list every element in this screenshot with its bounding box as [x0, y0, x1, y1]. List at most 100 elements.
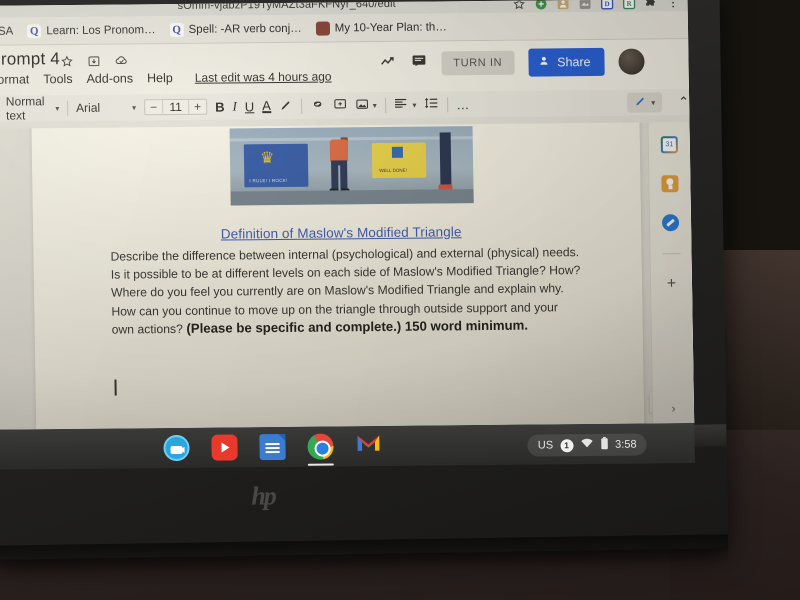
document-heading-link[interactable]: Definition of Maslow's Modified Triangle: [141, 223, 541, 242]
insert-image-dropdown[interactable]: ▾: [355, 97, 377, 114]
document-image[interactable]: ♛ I RULE! I ROCK! WELL DONE!: [229, 126, 474, 206]
person-figure: [326, 131, 353, 199]
chevron-down-icon: ▾: [372, 100, 377, 110]
poster-yellow: WELL DONE!: [371, 142, 427, 179]
editing-mode-pencil-icon: [634, 94, 647, 110]
bookmark-learn-los-pronombres[interactable]: Q Learn: Los Pronom…: [27, 23, 156, 38]
font-family-dropdown[interactable]: Arial ▾: [76, 100, 136, 115]
active-app-indicator: [307, 463, 334, 466]
body-line-2: Is it possible to be at different levels…: [110, 263, 546, 282]
extension-tan-icon[interactable]: [557, 0, 570, 10]
laptop-photo: hp sOmm-vjabzP19TyMAZt3aFKFNyr_640/edit: [0, 0, 800, 600]
font-size-stepper: − 11 +: [143, 98, 208, 116]
font-size-input[interactable]: 11: [162, 99, 190, 115]
hp-logo: hp: [251, 481, 275, 511]
side-panel: + ›: [647, 122, 695, 424]
youtube-icon[interactable]: [211, 434, 238, 461]
more-options-button[interactable]: …: [456, 97, 469, 112]
extension-green-icon[interactable]: [535, 0, 548, 11]
extension-r-icon[interactable]: R: [622, 0, 636, 10]
align-dropdown[interactable]: ▾: [393, 96, 417, 114]
side-panel-divider: [662, 253, 681, 255]
menu-add-ons[interactable]: Add-ons: [86, 71, 133, 85]
google-keep-icon[interactable]: [661, 175, 679, 193]
google-calendar-icon[interactable]: [660, 136, 678, 154]
star-icon[interactable]: [60, 54, 73, 72]
system-tray[interactable]: US 1 3:58: [527, 433, 647, 457]
chevron-down-icon: ▾: [55, 103, 60, 113]
bookmark-label: My 10-Year Plan: th…: [334, 20, 447, 34]
bookmark-spell-ar-verb[interactable]: Q Spell: -AR verb conj…: [169, 21, 302, 37]
share-button[interactable]: Share: [527, 47, 605, 77]
decrease-font-size-button[interactable]: −: [145, 100, 162, 114]
bold-button[interactable]: B: [215, 99, 225, 114]
battery-icon: [600, 436, 608, 453]
underline-button[interactable]: U: [245, 99, 255, 114]
comment-icon[interactable]: [410, 53, 427, 75]
toolbar-divider: [447, 96, 449, 112]
menu-tools[interactable]: Tools: [43, 72, 72, 86]
body-bold-requirement: (Please be specific and complete.) 150 w…: [182, 317, 529, 336]
body-line-1: Describe the difference between internal…: [110, 245, 580, 264]
toolbar-divider: [384, 97, 386, 113]
chevron-down-icon: ▾: [132, 102, 137, 112]
wifi-icon: [580, 438, 593, 452]
document-title[interactable]: Prompt 4: [0, 49, 60, 70]
insert-image-icon: [355, 97, 369, 114]
svg-text:D: D: [605, 0, 610, 8]
bookmark-qsa[interactable]: QSA: [0, 25, 13, 37]
google-meet-icon[interactable]: [163, 434, 190, 462]
text-color-button[interactable]: A: [262, 98, 272, 113]
add-comment-icon[interactable]: [333, 97, 347, 114]
move-to-folder-icon[interactable]: [87, 54, 100, 72]
toolbar-divider: [67, 100, 69, 116]
cloud-saved-icon[interactable]: [114, 53, 128, 72]
document-body-text[interactable]: Describe the difference between internal…: [110, 243, 581, 339]
paragraph-style-dropdown[interactable]: Normal text ▾: [6, 94, 60, 122]
document-canvas: ♛ I RULE! I ROCK! WELL DONE! Definition …: [0, 122, 695, 430]
gmail-icon[interactable]: [355, 433, 381, 459]
highlight-pen-icon[interactable]: [279, 97, 293, 114]
person-add-icon: [538, 54, 551, 70]
chromeos-shelf: US 1 3:58: [0, 423, 695, 470]
bookmark-my-10-year-plan[interactable]: My 10-Year Plan: th…: [315, 20, 447, 36]
menu-help[interactable]: Help: [147, 71, 173, 85]
puzzle-icon[interactable]: [645, 0, 658, 9]
extension-d-icon[interactable]: D: [600, 0, 614, 10]
increase-font-size-button[interactable]: +: [189, 100, 206, 114]
poster-blue: ♛ I RULE! I ROCK!: [243, 143, 309, 188]
legs-shape: [439, 132, 452, 187]
poster-yellow-square: [391, 146, 404, 158]
avatar[interactable]: [618, 48, 645, 75]
extension-gray-icon[interactable]: [579, 0, 592, 10]
bookmark-label: Spell: -AR verb conj…: [188, 22, 302, 36]
chrome-menu-icon[interactable]: [667, 0, 680, 9]
bookmark-label: QSA: [0, 25, 14, 38]
add-addon-button[interactable]: +: [667, 275, 677, 292]
activity-chart-icon[interactable]: [379, 53, 396, 75]
italic-button[interactable]: I: [232, 98, 237, 114]
shelf-app-icons: [163, 433, 381, 466]
chevron-down-icon: ▾: [412, 100, 417, 110]
menu-format[interactable]: Format: [0, 72, 29, 86]
google-tasks-icon[interactable]: [661, 214, 680, 232]
toolbar-divider: [300, 98, 302, 114]
collapse-toolbar-icon[interactable]: ⌃: [678, 94, 689, 110]
google-docs-app: Prompt 4 Format Tools Add-ons Help Last …: [0, 39, 695, 430]
poster-yellow-caption: WELL DONE!: [379, 167, 407, 174]
editing-mode-button[interactable]: ▾: [627, 92, 663, 113]
google-docs-icon[interactable]: [259, 433, 286, 461]
share-label: Share: [557, 55, 591, 70]
font-family-value: Arial: [75, 100, 101, 115]
expand-side-panel-button[interactable]: ›: [671, 401, 675, 415]
omnibox-icon-group: D R: [513, 0, 680, 11]
bookmark-star-icon[interactable]: [513, 0, 526, 11]
last-edit-status[interactable]: Last edit was 4 hours ago: [195, 69, 332, 84]
document-page[interactable]: ♛ I RULE! I ROCK! WELL DONE! Definition …: [30, 122, 646, 430]
turn-in-button[interactable]: TURN IN: [441, 50, 515, 76]
poster-blue-caption: I RULE! I ROCK!: [249, 177, 288, 184]
line-spacing-icon[interactable]: [424, 95, 439, 113]
image-floor: [230, 189, 474, 206]
insert-link-icon[interactable]: [310, 97, 325, 115]
google-chrome-icon[interactable]: [307, 433, 334, 466]
